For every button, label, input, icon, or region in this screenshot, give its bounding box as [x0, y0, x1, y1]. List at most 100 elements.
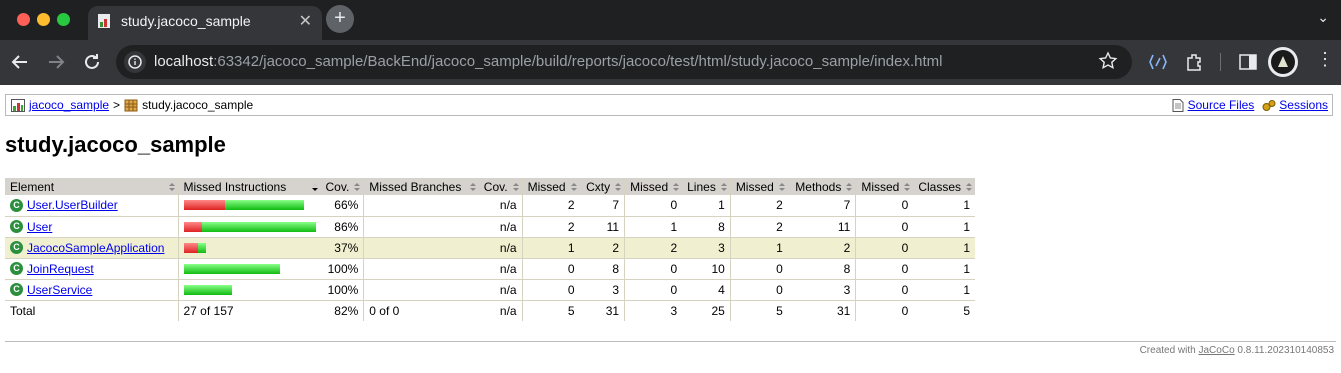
classes-missed: 0	[855, 237, 914, 259]
element-cell: C JacocoSampleApplication	[5, 237, 178, 259]
extensions-icon[interactable]	[1184, 51, 1206, 73]
element-link[interactable]: JoinRequest	[27, 262, 94, 276]
minimize-window-button[interactable]	[37, 13, 50, 26]
table-header-row: Element Missed Instructions Cov. Missed Bra…	[5, 178, 976, 195]
column-header[interactable]: Cov.	[478, 178, 523, 195]
total-instr-cov: 82%	[334, 303, 359, 318]
class-icon: C	[10, 220, 23, 233]
close-window-button[interactable]	[17, 13, 30, 26]
instr-cov: 100%	[320, 258, 364, 280]
table-row: C JacocoSampleApplication 37% n/a 1 2 2 3 1 2 0 1	[5, 237, 976, 259]
missed-branches-bar	[363, 216, 479, 238]
new-tab-button[interactable]: +	[326, 5, 354, 33]
branch-cov: n/a	[478, 279, 523, 301]
cxty: 7	[579, 195, 625, 217]
browser-tab[interactable]: study.jacoco_sample ✕	[88, 6, 322, 40]
column-header[interactable]: Missed Branches	[363, 178, 479, 195]
side-panel-icon[interactable]	[1237, 51, 1259, 73]
cxty: 3	[579, 279, 625, 301]
footer-prefix: Created with	[1139, 345, 1196, 356]
lines-missed: 0	[624, 258, 683, 280]
column-header[interactable]: Cov.	[320, 178, 364, 195]
chevron-down-icon[interactable]: ⌄	[1317, 9, 1329, 26]
address-bar[interactable]: localhost:63342/jacoco_sample/BackEnd/ja…	[116, 45, 1132, 79]
lines-missed: 2	[624, 237, 683, 259]
bookmark-star-icon[interactable]	[1098, 51, 1118, 71]
total-methods: 31	[836, 303, 851, 318]
classes-missed: 0	[855, 216, 914, 238]
element-link[interactable]: User.UserBuilder	[27, 198, 118, 212]
column-header[interactable]: Methods	[787, 178, 856, 195]
methods: 7	[787, 195, 856, 217]
class-icon: C	[10, 241, 23, 254]
missed-bar-segment	[183, 200, 225, 211]
total-classes: 5	[963, 303, 971, 318]
covered-bar-segment	[183, 263, 280, 274]
sessions-link[interactable]: Sessions	[1279, 98, 1328, 112]
column-header[interactable]: Missed	[729, 178, 788, 195]
missed-bar-segment	[183, 221, 202, 232]
classes: 1	[913, 258, 976, 280]
lines-missed: 0	[624, 279, 683, 301]
covered-bar-segment	[197, 242, 206, 253]
column-header[interactable]: Missed	[624, 178, 683, 195]
site-info-icon[interactable]	[124, 51, 146, 73]
total-label: Total	[10, 303, 36, 318]
column-header[interactable]: Missed Instructions	[177, 178, 321, 195]
breadcrumb-root-link[interactable]: jacoco_sample	[29, 98, 109, 112]
branch-cov: n/a	[478, 258, 523, 280]
avatar[interactable]	[1268, 47, 1298, 77]
cxty-missed: 0	[521, 279, 580, 301]
cast-icon[interactable]	[1147, 51, 1169, 73]
browser-titlebar: study.jacoco_sample ✕ + ⌄	[0, 0, 1341, 40]
toolbar-divider	[1220, 53, 1221, 71]
sessions-icon	[1262, 99, 1276, 111]
cxty-missed: 0	[521, 258, 580, 280]
column-header[interactable]: Element	[5, 178, 178, 195]
table-row: C User 86% n/a 2 11 1 8 2 11 0 1	[5, 216, 976, 238]
column-header[interactable]: Lines	[682, 178, 731, 195]
close-icon[interactable]: ✕	[299, 12, 312, 32]
covered-bar-segment	[224, 200, 304, 211]
column-header[interactable]: Classes	[913, 178, 976, 195]
package-icon	[124, 99, 138, 111]
report-favicon-icon	[98, 14, 110, 28]
lines-missed: 1	[624, 216, 683, 238]
lines: 4	[682, 279, 731, 301]
element-cell: C JoinRequest	[5, 258, 178, 280]
element-link[interactable]: User	[27, 220, 52, 234]
forward-arrow-icon[interactable]	[44, 50, 68, 74]
total-branch-cov: n/a	[499, 303, 517, 318]
source-files-link[interactable]: Source Files	[1188, 98, 1255, 112]
column-header[interactable]: Missed	[521, 178, 580, 195]
total-instructions: 27 of 157	[177, 300, 321, 321]
element-link[interactable]: JacocoSampleApplication	[27, 241, 164, 255]
source-file-icon	[1172, 98, 1184, 112]
element-cell: C User	[5, 216, 178, 238]
reload-icon[interactable]	[80, 50, 104, 74]
methods: 8	[787, 258, 856, 280]
missed-instructions-bar	[177, 216, 321, 238]
branch-cov: n/a	[478, 237, 523, 259]
missed-instructions-bar	[177, 258, 321, 280]
back-arrow-icon[interactable]	[8, 50, 32, 74]
column-header[interactable]: Missed	[855, 178, 914, 195]
cxty: 8	[579, 258, 625, 280]
tab-title: study.jacoco_sample	[121, 13, 251, 29]
cxty: 2	[579, 237, 625, 259]
covered-bar-segment	[201, 221, 316, 232]
maximize-window-button[interactable]	[57, 13, 70, 26]
url-text: localhost:63342/jacoco_sample/BackEnd/ja…	[154, 53, 943, 70]
element-link[interactable]: UserService	[27, 283, 92, 297]
more-menu-icon[interactable]: ⋮	[1316, 50, 1334, 68]
branch-cov: n/a	[478, 216, 523, 238]
column-header[interactable]: Cxty	[579, 178, 625, 195]
element-cell: C User.UserBuilder	[5, 195, 178, 217]
class-icon: C	[10, 283, 23, 296]
methods-missed: 0	[729, 258, 788, 280]
instr-cov: 66%	[320, 195, 364, 217]
methods: 3	[787, 279, 856, 301]
jacoco-link[interactable]: JaCoCo	[1199, 345, 1235, 356]
methods: 2	[787, 237, 856, 259]
cxty-missed: 2	[521, 216, 580, 238]
